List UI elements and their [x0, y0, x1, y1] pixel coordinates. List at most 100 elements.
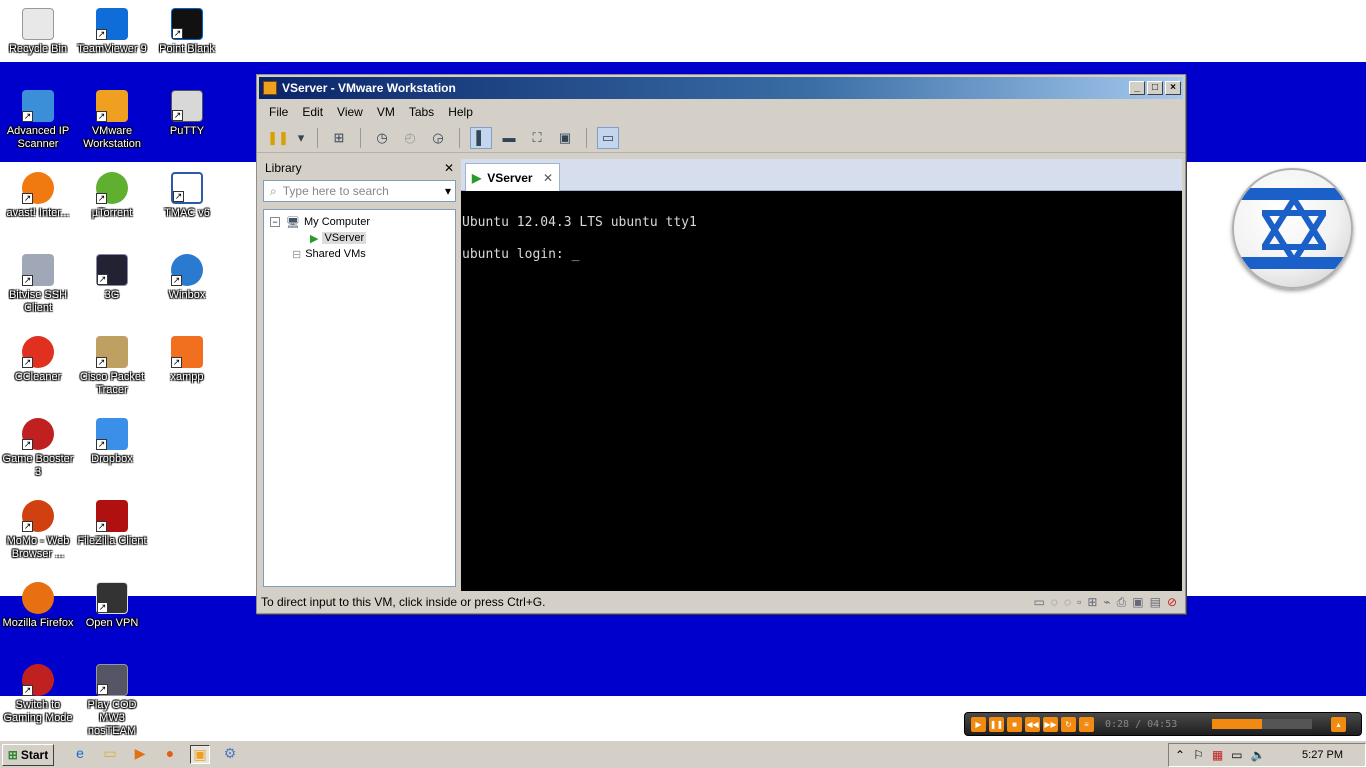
unity-icon[interactable]: ▣: [554, 127, 576, 149]
network-icon[interactable]: ▦: [1212, 748, 1223, 762]
network-adapter-icon[interactable]: ⊞: [1087, 595, 1097, 610]
control-panel-icon[interactable]: ⚙: [220, 745, 240, 764]
disconnect-icon[interactable]: ⊘: [1167, 595, 1177, 610]
action-center-flag-icon[interactable]: ⚐: [1193, 748, 1204, 762]
previous-icon[interactable]: ◀◀: [1025, 716, 1040, 732]
menu-bar: File Edit View VM Tabs Help: [257, 101, 1185, 123]
desktop-icon-label: xampp: [170, 371, 204, 383]
desktop-icon-cisco-packet-tracer[interactable]: ↗ Cisco Packet Tracer: [74, 336, 150, 397]
cd-rom-2-icon[interactable]: ◌: [1064, 595, 1071, 610]
explorer-folder-icon[interactable]: ▭: [100, 745, 120, 764]
volume-slider[interactable]: [1212, 719, 1312, 729]
stop-icon[interactable]: ■: [1007, 716, 1022, 732]
usb-icon[interactable]: ⌁: [1103, 595, 1110, 610]
hard-disk-icon[interactable]: ▭: [1033, 595, 1044, 610]
vm-running-icon: ▶: [310, 232, 319, 245]
printer-icon[interactable]: ⎙: [1117, 595, 1127, 610]
display-tray-icon[interactable]: ▭: [1231, 748, 1242, 762]
power-dropdown-icon[interactable]: ▾: [295, 127, 307, 149]
start-button[interactable]: ⊞ Start: [2, 743, 54, 766]
revert-snapshot-icon[interactable]: ◴: [399, 127, 421, 149]
desktop-icon-label: µTorrent: [91, 207, 133, 219]
firefox-taskbar-icon[interactable]: ●: [160, 745, 180, 764]
desktop-icon-ccleaner[interactable]: ↗ CCleaner: [0, 336, 76, 384]
pause-icon[interactable]: ❚❚: [989, 716, 1004, 732]
desktop-icon-utorrent[interactable]: ↗ µTorrent: [74, 172, 150, 220]
player-time: 0:28 / 04:53: [1105, 718, 1178, 730]
volume-icon[interactable]: 🔈: [1251, 748, 1266, 762]
menu-vm[interactable]: VM: [377, 105, 395, 119]
desktop-icon-advanced-ip-scanner[interactable]: ↗ Advanced IP Scanner: [0, 90, 76, 151]
desktop-icon-vmware[interactable]: ↗ VMware Workstation: [74, 90, 150, 151]
next-icon[interactable]: ▶▶: [1043, 716, 1058, 732]
show-hidden-icons-icon[interactable]: ⌃: [1175, 748, 1185, 762]
full-screen-icon[interactable]: ⛶: [526, 127, 548, 149]
floppy-icon[interactable]: ▫: [1077, 595, 1081, 610]
desktop-icon-momo[interactable]: ↗ MoMo - Web Browser ...: [0, 500, 76, 561]
vm-console-pane[interactable]: ▶ VServer ✕ Ubuntu 12.04.3 LTS ubuntu tt…: [461, 159, 1182, 591]
tree-item-label: Shared VMs: [305, 248, 366, 260]
show-library-icon[interactable]: ▌: [470, 126, 492, 149]
internet-explorer-icon[interactable]: e: [70, 745, 90, 764]
play-icon[interactable]: ▶: [971, 716, 986, 732]
menu-tabs[interactable]: Tabs: [409, 105, 434, 119]
desktop-icon-point-blank[interactable]: ↗ Point Blank: [149, 8, 225, 56]
menu-file[interactable]: File: [269, 105, 288, 119]
close-button[interactable]: ×: [1165, 81, 1181, 95]
menu-view[interactable]: View: [337, 105, 363, 119]
tree-item-vserver[interactable]: ▶ VServer: [270, 230, 449, 246]
search-dropdown-icon[interactable]: ▾: [445, 184, 451, 198]
player-menu-icon[interactable]: ▴: [1331, 716, 1346, 732]
desktop-icon-label: Bitvise SSH Client: [8, 289, 68, 314]
desktop-icon-3g[interactable]: ↗ 3G: [74, 254, 150, 302]
console-view-icon[interactable]: ▭: [597, 126, 619, 149]
show-thumbnail-bar-icon[interactable]: ▬: [498, 127, 520, 149]
dropbox-icon: ↗: [96, 418, 128, 450]
library-close-icon[interactable]: ✕: [444, 161, 454, 175]
desktop-icon-gaming-mode[interactable]: ↗ Switch to Gaming Mode: [0, 664, 76, 725]
tab-close-icon[interactable]: ✕: [543, 171, 553, 185]
cd-rom-icon[interactable]: ◌: [1051, 595, 1058, 610]
take-snapshot-icon[interactable]: ◷: [371, 127, 393, 149]
desktop-icon-putty[interactable]: ↗ PuTTY: [149, 90, 225, 138]
menu-edit[interactable]: Edit: [302, 105, 323, 119]
send-ctrl-alt-del-icon[interactable]: ⊞: [328, 127, 350, 149]
desktop-icon-filezilla[interactable]: ↗ FileZilla Client: [74, 500, 150, 548]
clock[interactable]: 5:27 PM: [1302, 749, 1343, 761]
tab-vserver[interactable]: ▶ VServer ✕: [465, 163, 560, 191]
playlist-icon[interactable]: ≡: [1079, 716, 1094, 732]
desktop-icon-teamviewer[interactable]: ↗ TeamViewer 9: [74, 8, 150, 56]
desktop-icon-dropbox[interactable]: ↗ Dropbox: [74, 418, 150, 466]
desktop-icon-recycle-bin[interactable]: Recycle Bin: [0, 8, 76, 56]
display-icon[interactable]: ▣: [1132, 595, 1143, 610]
menu-help[interactable]: Help: [448, 105, 473, 119]
vmware-taskbar-icon[interactable]: ▣: [190, 745, 210, 764]
media-player-icon[interactable]: ▶: [130, 745, 150, 764]
window-titlebar[interactable]: VServer - VMware Workstation _ □ ×: [259, 77, 1183, 99]
tree-item-my-computer[interactable]: − 🖥 My Computer: [270, 214, 449, 230]
terminal-output[interactable]: Ubuntu 12.04.3 LTS ubuntu tty1 ubuntu lo…: [461, 191, 1182, 271]
desktop-icon-winbox[interactable]: ↗ Winbox: [149, 254, 225, 302]
desktop-icon-cod-mw3[interactable]: ↗ Play COD MW3 nosTEAM: [74, 664, 150, 738]
windows-logo-icon: ⊞: [7, 747, 18, 762]
desktop-icon-game-booster[interactable]: ↗ Game Booster 3: [0, 418, 76, 479]
tree-item-shared-vms[interactable]: ⊟ Shared VMs: [270, 246, 449, 262]
repeat-icon[interactable]: ↻: [1061, 716, 1076, 732]
star-of-david-emblem: [1232, 168, 1353, 289]
desktop-icon-xampp[interactable]: ↗ xampp: [149, 336, 225, 384]
toolbar: ❚❚ ▾ ⊞ ◷ ◴ ◶ ▌ ▬ ⛶ ▣ ▭: [257, 123, 1185, 153]
minimize-button[interactable]: _: [1129, 81, 1145, 95]
start-label: Start: [20, 747, 49, 762]
suspend-icon[interactable]: ❚❚: [267, 127, 289, 149]
snapshot-manager-icon[interactable]: ◶: [427, 127, 449, 149]
maximize-button[interactable]: □: [1147, 81, 1163, 95]
desktop-icon-bitvise[interactable]: ↗ Bitvise SSH Client: [0, 254, 76, 315]
desktop-icon-avast[interactable]: ↗ avast! Inter...: [0, 172, 76, 220]
message-log-icon[interactable]: ▤: [1150, 595, 1161, 610]
desktop-icon-firefox[interactable]: Mozilla Firefox: [0, 582, 76, 630]
computer-icon: 🖥: [286, 216, 300, 229]
library-search-input[interactable]: ⌕ Type here to search ▾: [263, 180, 456, 202]
desktop-icon-tmac[interactable]: ↗ TMAC v6: [149, 172, 225, 220]
desktop-icon-openvpn[interactable]: ↗ Open VPN: [74, 582, 150, 630]
collapse-icon[interactable]: −: [270, 217, 280, 227]
